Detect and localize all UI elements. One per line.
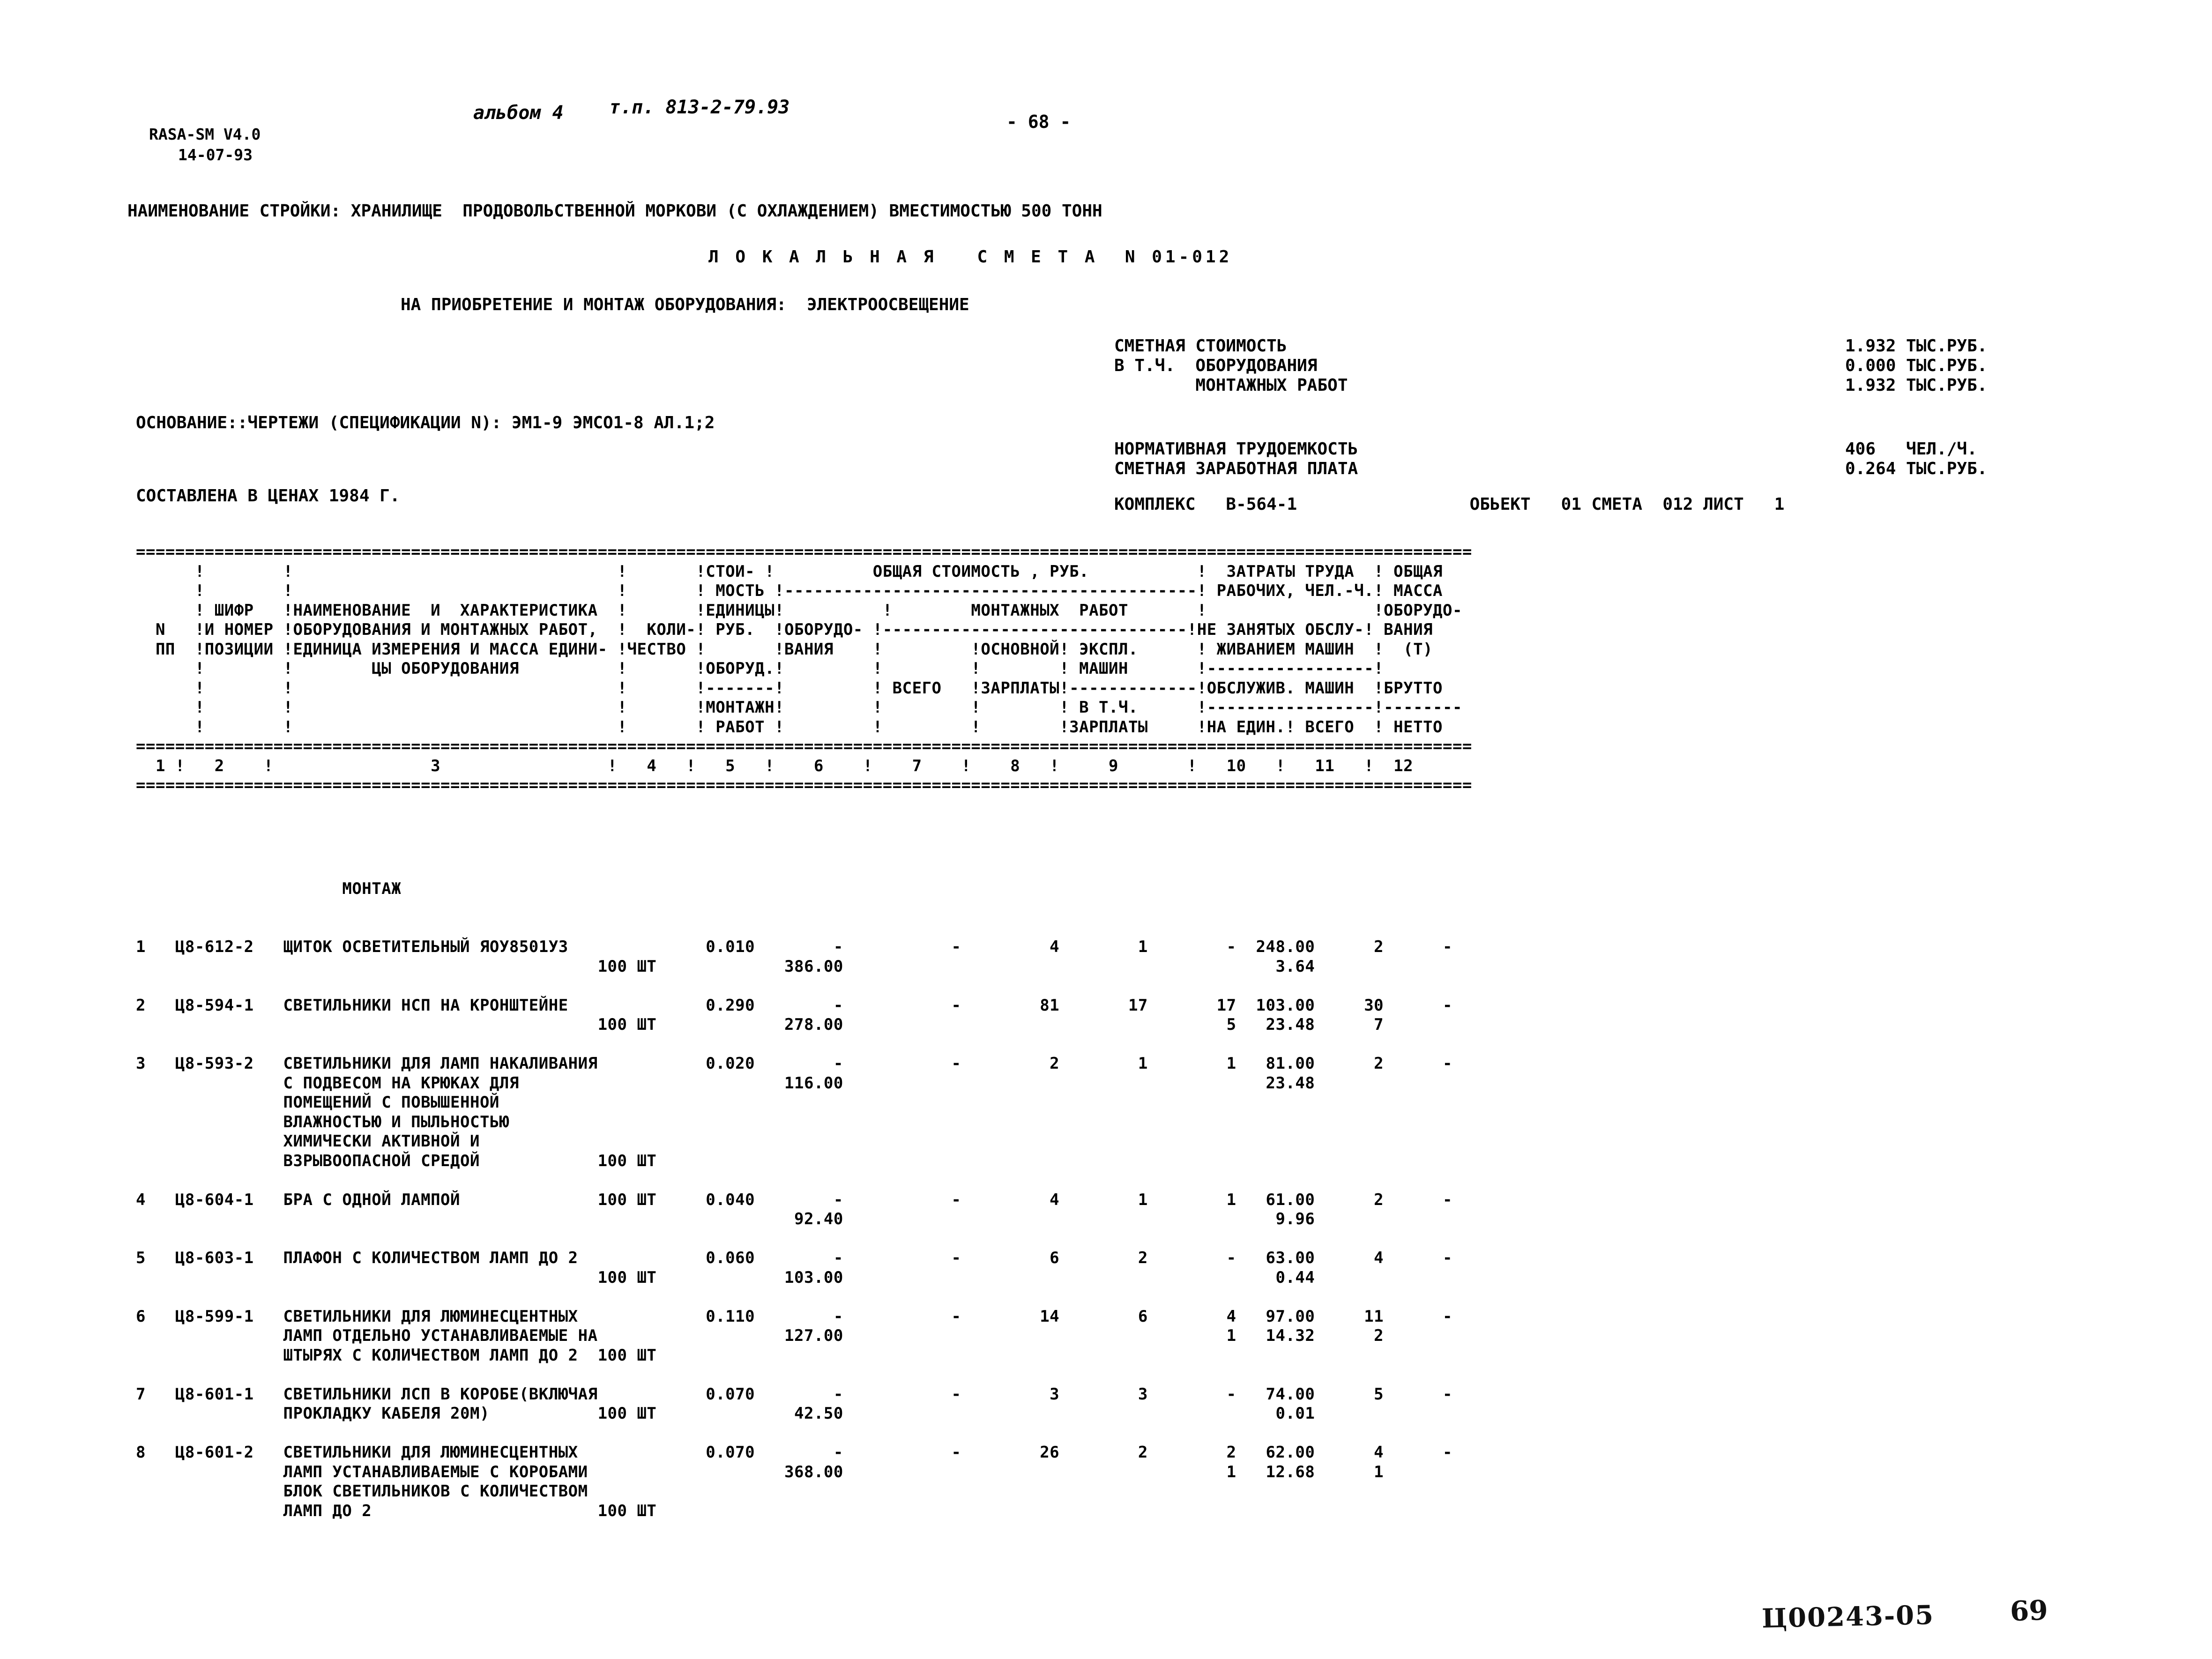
construction-name-line: НАИМЕНОВАНИЕ СТРОЙКИ: ХРАНИЛИЩЕ ПРОДОВОЛ… bbox=[127, 201, 1102, 221]
program-date: 14-07-93 bbox=[178, 146, 253, 164]
page-title: Л О К А Л Ь Н А Я С М Е Т А N 01-012 bbox=[708, 247, 1233, 267]
estimate-table-body: МОНТАЖ 1 Ц8-612-2 ЩИТОК ОСВЕТИТЕЛЬНЫЙ ЯО… bbox=[136, 879, 1452, 1520]
summary-labor-labels: НОРМАТИВНАЯ ТРУДОЕМКОСТЬ СМЕТНАЯ ЗАРАБОТ… bbox=[1114, 439, 1358, 478]
type-project-code: т.п. 813-2-79.93 bbox=[609, 97, 790, 118]
archive-stamp-page: 69 bbox=[2009, 1594, 2048, 1628]
summary-cost-values: 1.932 ТЫС.РУБ. 0.000 ТЫС.РУБ. 1.932 ТЫС.… bbox=[1845, 336, 1988, 395]
estimate-subtitle: НА ПРИОБРЕТЕНИЕ И МОНТАЖ ОБОРУДОВАНИЯ: Э… bbox=[401, 295, 969, 314]
program-version-block: RASA-SM V4.0 bbox=[149, 125, 261, 143]
page-marker: - 68 - bbox=[1006, 112, 1071, 132]
archive-stamp-code: Ц00243-05 bbox=[1761, 1599, 1935, 1634]
summary-labor-values: 406 ЧЕЛ./Ч. 0.264 ТЫС.РУБ. bbox=[1845, 439, 1988, 478]
basis-line: ОСНОВАНИЕ::ЧЕРТЕЖИ (СПЕЦИФИКАЦИИ N): ЭМ1… bbox=[136, 413, 715, 432]
prices-year-line: СОСТАВЛЕНА В ЦЕНАХ 1984 Г. bbox=[136, 486, 400, 506]
summary-cost-labels: СМЕТНАЯ СТОИМОСТЬ В Т.Ч. ОБОРУДОВАНИЯ МО… bbox=[1114, 336, 1348, 395]
complex-object-line: КОМПЛЕКС B-564-1 ОБЬЕКТ 01 СМЕТА 012 ЛИС… bbox=[1114, 495, 1785, 514]
album-label: альбом 4 bbox=[473, 102, 564, 124]
printout-page: RASA-SM V4.0 14-07-93 альбом 4 т.п. 813-… bbox=[0, 0, 2212, 1659]
estimate-table-header: ========================================… bbox=[136, 543, 1472, 795]
